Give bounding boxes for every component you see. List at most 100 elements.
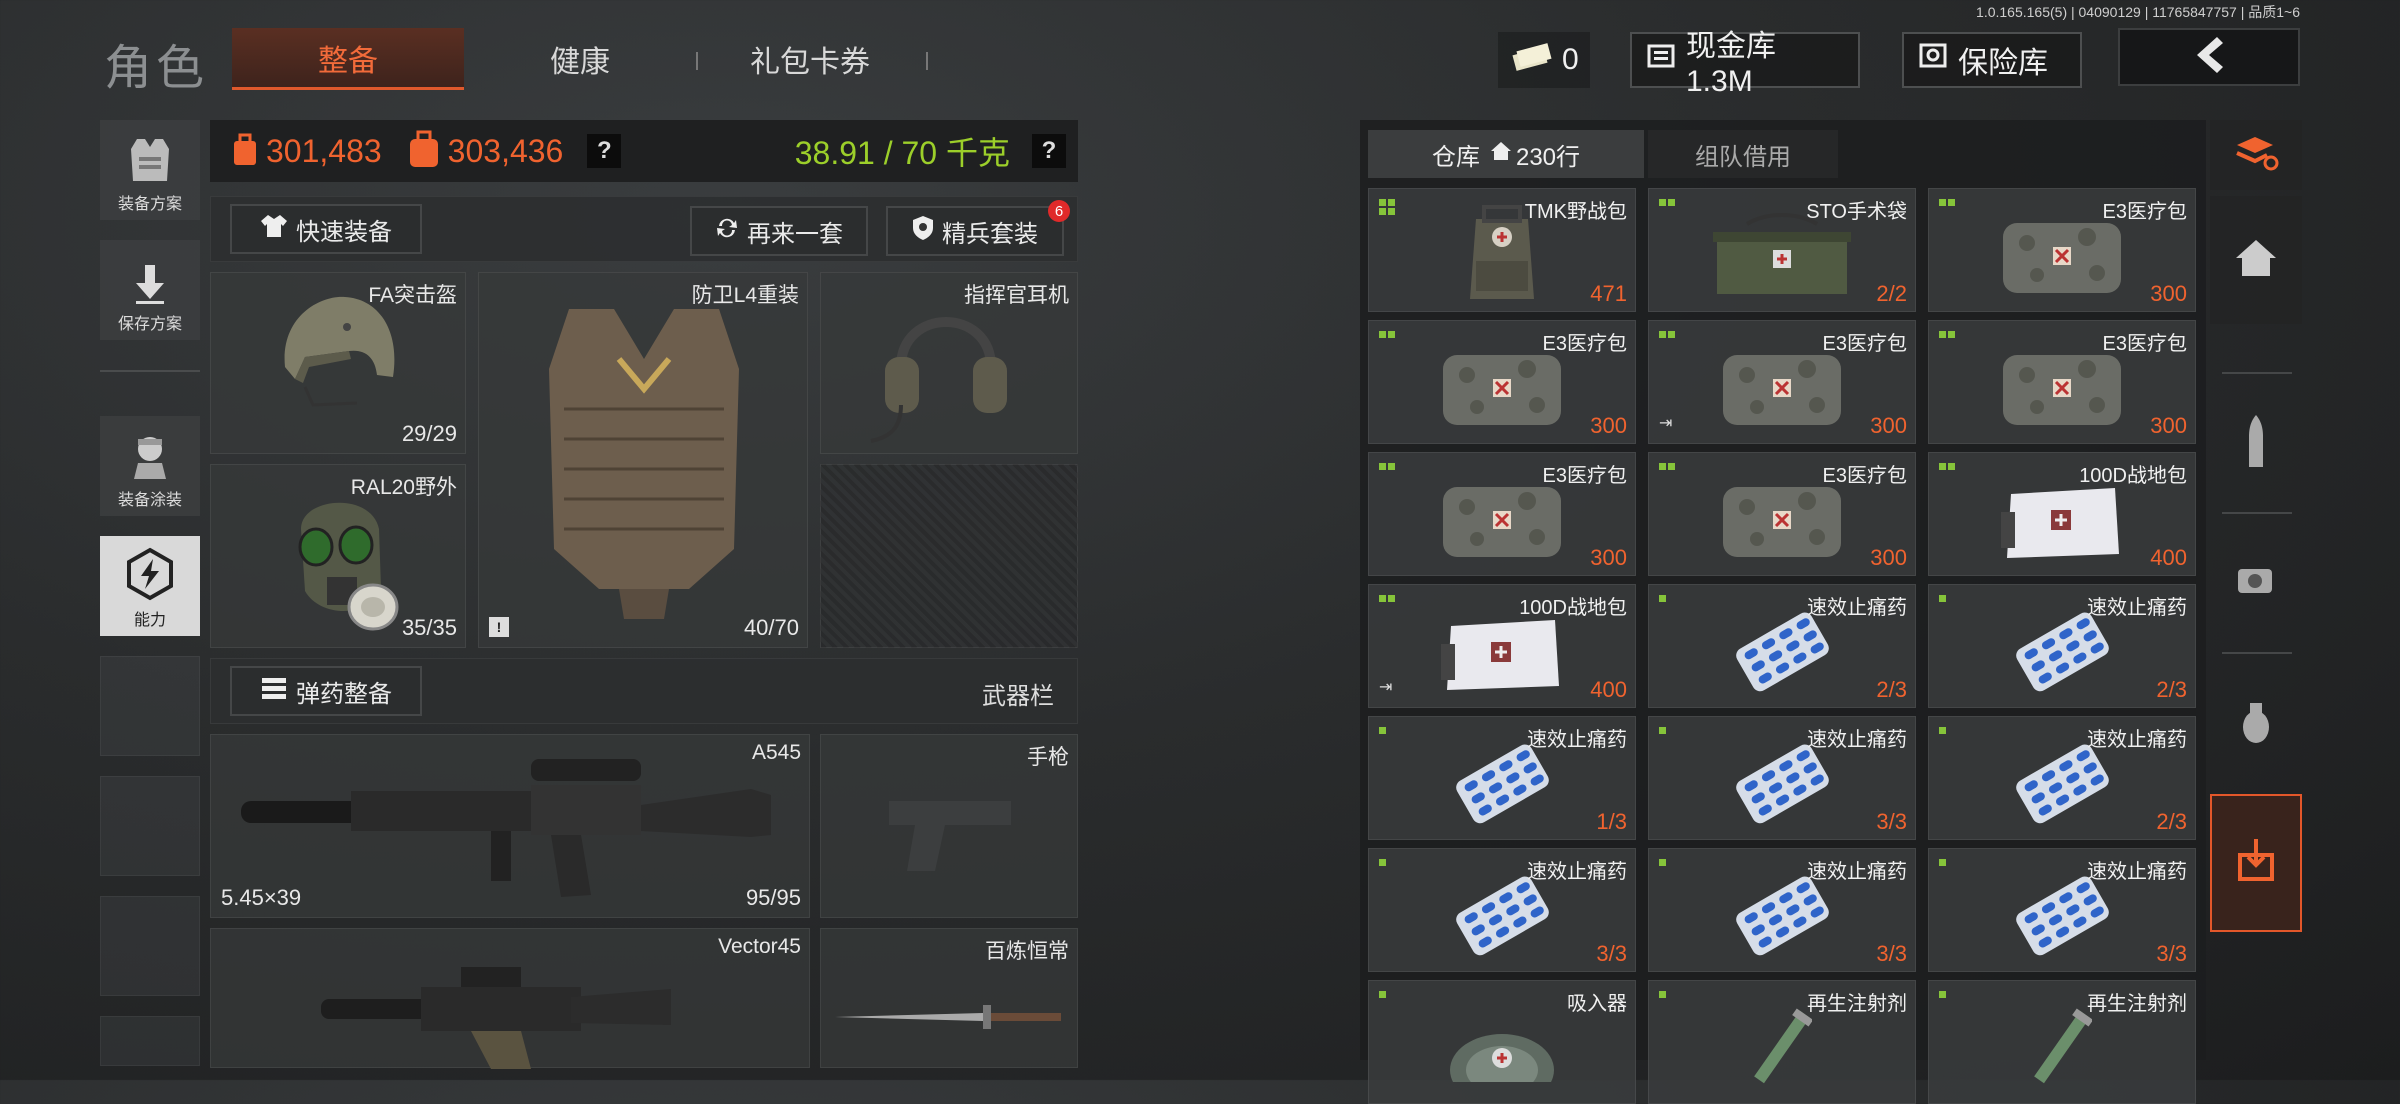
item-name: 速效止痛药: [1807, 729, 1907, 751]
item-quantity: 2/3: [2156, 809, 2187, 834]
melee-name: 百炼恒常: [985, 940, 1069, 963]
warehouse-item[interactable]: E3医疗包 300: [1648, 452, 1916, 576]
warehouse-item[interactable]: 速效止痛药 1/3: [1368, 716, 1636, 840]
nav-grenade[interactable]: [2210, 660, 2302, 786]
sidebar-item-save[interactable]: 保存方案: [100, 240, 200, 340]
gas-mask-image: [298, 502, 399, 631]
cash-count: 0: [1562, 43, 1579, 76]
stats-bar: 301,483 303,436 ? 38.91 / 70 千克 ?: [210, 120, 1078, 182]
primary-weapon-name: A545: [751, 741, 801, 764]
reequip-label: 再来一套: [747, 220, 843, 248]
back-arrow-icon: [2187, 33, 2231, 82]
nav-layers[interactable]: [2210, 120, 2302, 190]
value-help-button[interactable]: ?: [587, 134, 622, 168]
refresh-icon: [715, 216, 739, 247]
headset-slot[interactable]: 指挥官耳机: [820, 272, 1078, 454]
warehouse-tab-label: 仓库: [1431, 143, 1480, 171]
sidebar-item-ability[interactable]: 能力: [100, 536, 200, 636]
version-info: 1.0.165.165(5) | 04090129 | 11765847757 …: [1976, 4, 2300, 20]
item-name: TMK野战包: [1524, 201, 1627, 223]
nav-warehouse-out[interactable]: [2210, 794, 2302, 932]
exit-icon: ⇥: [1659, 415, 1673, 432]
empty-gear-slot[interactable]: [820, 464, 1078, 648]
warehouse-item[interactable]: E3医疗包 300: [1928, 320, 2196, 444]
smg-image: [321, 967, 671, 1069]
warehouse-item[interactable]: E3医疗包 300 ⇥: [1648, 320, 1916, 444]
warehouse-item[interactable]: 吸入器: [1368, 980, 1636, 1104]
warehouse-item[interactable]: 100D战地包 400: [1928, 452, 2196, 576]
weight-help-button[interactable]: ?: [1032, 134, 1066, 168]
warehouse-item[interactable]: 速效止痛药 2/3: [1648, 584, 1916, 708]
ammo-equip-button[interactable]: 弹药整备: [230, 666, 422, 716]
warehouse-rows: 230行: [1515, 143, 1581, 171]
item-quantity: 300: [2150, 281, 2187, 306]
armor-image: [549, 309, 739, 619]
nav-home[interactable]: [2210, 196, 2302, 324]
sidebar-item-skin[interactable]: 装备涂装: [100, 416, 200, 516]
warehouse-item[interactable]: 再生注射剂: [1928, 980, 2196, 1104]
warehouse-item[interactable]: 速效止痛药 2/3: [1928, 584, 2196, 708]
item-name: E3医疗包: [1542, 333, 1627, 355]
sidebar-item-label: 能力: [133, 612, 166, 629]
warehouse-item[interactable]: 速效止痛药 3/3: [1648, 848, 1916, 972]
cash-bank-button[interactable]: 现金库 1.3M: [1630, 30, 1860, 98]
back-button[interactable]: [2118, 28, 2300, 86]
elite-set-button[interactable]: 精兵套装: [886, 206, 1064, 256]
warehouse-item[interactable]: 100D战地包 400 ⇥: [1368, 584, 1636, 708]
sidebar-item-label: 保存方案: [117, 316, 182, 333]
item-name: 再生注射剂: [2087, 993, 2187, 1015]
warehouse-out-icon: [2234, 837, 2278, 890]
shield-icon: [912, 215, 934, 248]
quick-equip-button[interactable]: 快速装备: [230, 204, 422, 254]
elite-set-badge: 6: [1048, 200, 1070, 222]
item-name: 100D战地包: [2079, 465, 2187, 487]
warehouse-item[interactable]: 速效止痛药 3/3: [1928, 848, 2196, 972]
item-name: E3医疗包: [2102, 201, 2187, 223]
shirt-icon: [260, 213, 288, 246]
sidebar-item-loadout[interactable]: 装备方案: [100, 120, 200, 220]
tab-team-borrow[interactable]: 组队借用: [1648, 130, 1838, 178]
pistol-slot[interactable]: 手枪: [820, 734, 1078, 918]
item-quantity: 400: [2150, 545, 2187, 570]
exit-icon: ⇥: [1379, 679, 1393, 696]
item-name: E3医疗包: [1822, 465, 1907, 487]
helmet-slot[interactable]: FA突击盔 29/29: [210, 272, 466, 454]
tab-gifts[interactable]: 礼包卡券: [700, 28, 920, 90]
warehouse-item[interactable]: 速效止痛药 3/3: [1368, 848, 1636, 972]
item-name: STO手术袋: [1806, 201, 1907, 223]
warehouse-item[interactable]: TMK野战包 471: [1368, 188, 1636, 312]
bank-icon: [1646, 41, 1676, 79]
tab-warehouse[interactable]: 仓库 230行: [1368, 130, 1644, 178]
tab-equip[interactable]: 整备: [232, 28, 464, 90]
warehouse-item[interactable]: 再生注射剂: [1648, 980, 1916, 1104]
cash-bank-label: 现金库 1.3M: [1686, 30, 1776, 98]
melee-slot[interactable]: 百炼恒常: [820, 928, 1078, 1068]
primary-weapon-slot[interactable]: A545 5.45×39 95/95: [210, 734, 810, 918]
item-quantity: 300: [2150, 413, 2187, 438]
warehouse-item[interactable]: E3医疗包 300: [1368, 320, 1636, 444]
item-name: 速效止痛药: [2087, 861, 2187, 883]
item-name: 吸入器: [1567, 993, 1627, 1015]
warehouse-item[interactable]: 速效止痛药 3/3: [1648, 716, 1916, 840]
item-quantity: 300: [1590, 413, 1627, 438]
warehouse-item[interactable]: E3医疗包 300: [1368, 452, 1636, 576]
warehouse-item[interactable]: 速效止痛药 2/3: [1928, 716, 2196, 840]
item-quantity: 2/3: [2156, 677, 2187, 702]
secondary-weapon-slot[interactable]: Vector45: [210, 928, 810, 1069]
warehouse-item[interactable]: E3医疗包 300: [1928, 188, 2196, 312]
mask-name: RAL20野外: [350, 476, 457, 499]
armor-slot[interactable]: 防卫L4重装 ! 40/70: [478, 272, 808, 648]
mask-slot[interactable]: RAL20野外 35/35: [210, 464, 466, 648]
item-name: 速效止痛药: [2087, 597, 2187, 619]
sight-icon: [2232, 561, 2280, 606]
nav-ammo[interactable]: [2210, 380, 2302, 506]
nav-divider: [2222, 512, 2292, 514]
insurance-button[interactable]: 保险库: [1902, 32, 2082, 88]
reequip-button[interactable]: 再来一套: [690, 206, 868, 256]
tab-health[interactable]: 健康: [470, 28, 690, 90]
nav-sight[interactable]: [2210, 520, 2302, 646]
rifle-image: [241, 759, 771, 897]
item-quantity: 300: [1870, 413, 1907, 438]
item-name: E3医疗包: [1542, 465, 1627, 487]
warehouse-item[interactable]: STO手术袋 2/2: [1648, 188, 1916, 312]
